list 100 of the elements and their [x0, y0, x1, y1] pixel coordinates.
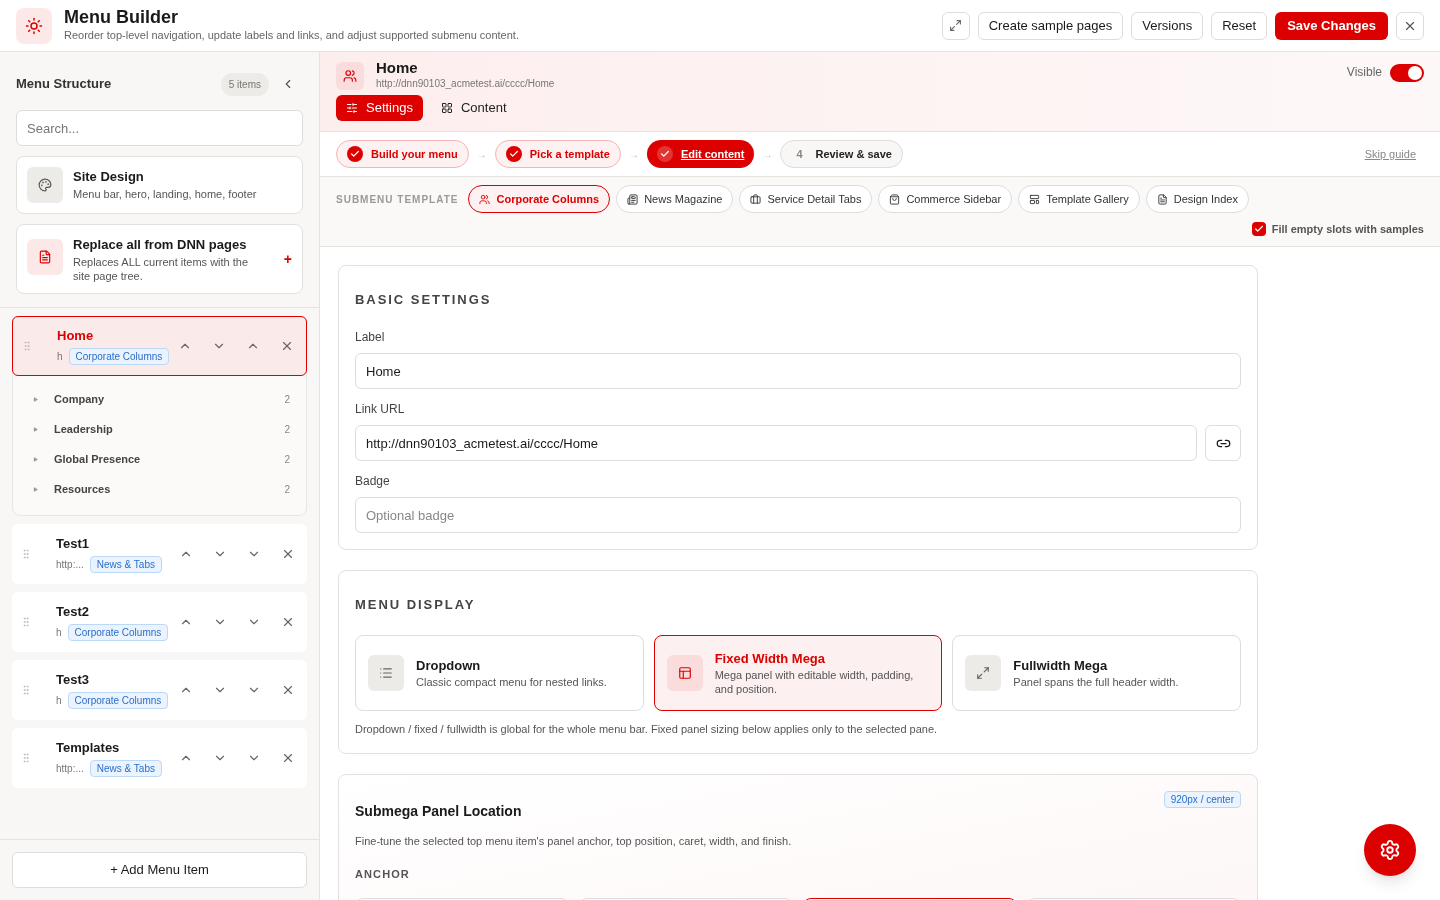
card-text: Replaces ALL current items with the site page tree.	[73, 254, 250, 283]
document-icon	[27, 239, 63, 275]
action-card[interactable]: Replace all from DNN pages Replaces ALL current items with the site page tree. +	[16, 224, 303, 294]
menu-item[interactable]: Templates http:... News & Tabs	[12, 727, 307, 788]
text-field[interactable]: Home	[355, 353, 1241, 389]
menu-item[interactable]: Test3 h Corporate Columns	[12, 659, 307, 720]
card-title: Site Design	[73, 168, 145, 186]
step-button[interactable]: 4 Review & save	[780, 140, 903, 168]
header-button[interactable]: Create sample pages	[977, 11, 1124, 40]
text-field[interactable]: Optional badge	[355, 497, 1241, 533]
palette-icon	[27, 167, 63, 203]
menu-item[interactable]: Home h Corporate Columns	[12, 315, 307, 376]
header-button[interactable]: Versions	[1131, 11, 1204, 40]
add-action[interactable]: +	[283, 248, 292, 269]
settings-fab[interactable]	[1364, 824, 1416, 876]
caret-icon	[33, 397, 38, 402]
check-icon	[347, 146, 363, 162]
field-label: Badge	[355, 473, 391, 489]
skip-guide-link[interactable]: Skip guide	[1364, 145, 1416, 163]
card-text: Menu bar, hero, landing, home, footer	[73, 186, 258, 201]
caret-icon	[33, 427, 38, 432]
sliders-icon	[346, 102, 358, 114]
tab[interactable]: Content	[431, 95, 517, 121]
expand-button[interactable]	[941, 11, 970, 40]
submenu-item[interactable]: Resources 2	[13, 474, 306, 505]
check-icon	[505, 146, 522, 162]
caret-icon	[33, 487, 38, 492]
template-tag: News & Tabs	[89, 759, 162, 777]
submenu-item[interactable]: Leadership 2	[13, 414, 306, 445]
template-tag: Corporate Columns	[67, 691, 169, 709]
menu-item[interactable]: Test1 http:... News & Tabs	[12, 523, 307, 584]
submenu-label: Global Presence	[54, 452, 141, 468]
visible-toggle[interactable]	[1390, 64, 1424, 82]
header-button[interactable]: Save Changes	[1275, 11, 1388, 40]
item-url: h	[56, 693, 62, 708]
item-label: Test3	[56, 671, 90, 690]
field-label: Label	[355, 329, 386, 345]
list-icon	[368, 654, 404, 691]
caret-icon	[33, 457, 38, 462]
option-text: Mega panel with editable width, padding, and position.	[714, 668, 915, 697]
display-option[interactable]: Dropdown Classic compact menu for nested links.	[355, 634, 644, 711]
size-badge: 920px / center	[1163, 791, 1241, 808]
app-logo-icon	[16, 7, 52, 44]
template-chip[interactable]: News Magazine	[616, 185, 734, 213]
visible-label: Visible	[1346, 64, 1382, 80]
section-title: Submega Panel Location	[355, 802, 522, 821]
template-chip[interactable]: Commerce Sidebar	[878, 185, 1013, 213]
item-url: http://dnn90103_acmetest.ai/cccc/Home	[376, 77, 555, 91]
anchor-label: ANCHOR	[355, 866, 411, 882]
link-button[interactable]	[1205, 425, 1241, 461]
item-url: http:...	[56, 761, 84, 776]
section-label: SUBMENU TEMPLATE	[336, 192, 459, 207]
submenu-label: Leadership	[54, 422, 113, 438]
display-option[interactable]: Fixed Width Mega Mega panel with editable width, padding, and position.	[653, 634, 943, 711]
template-tag: Corporate Columns	[68, 347, 170, 365]
checkbox[interactable]	[1251, 222, 1266, 237]
tab[interactable]: Settings	[336, 95, 423, 121]
item-label: Test1	[56, 535, 90, 554]
people-icon	[479, 193, 491, 205]
item-url: http:...	[56, 557, 84, 572]
check-icon	[1253, 224, 1264, 235]
submenu-item[interactable]: Company 2	[13, 384, 306, 415]
settings-icon	[1379, 839, 1401, 861]
template-chip[interactable]: Corporate Columns	[468, 185, 611, 213]
action-card[interactable]: Site Design Menu bar, hero, landing, home, footer	[16, 156, 303, 214]
section-title: MENU DISPLAY	[355, 596, 477, 614]
menu-item[interactable]: Test2 h Corporate Columns	[12, 591, 307, 652]
expand-icon	[949, 19, 963, 32]
option-text: Panel spans the full header width.	[1013, 675, 1179, 690]
section-title: BASIC SETTINGS	[355, 290, 493, 309]
add-menu-item-button[interactable]: + Add Menu Item	[12, 852, 307, 888]
step-arrow: →	[628, 147, 639, 162]
submenu-label: Company	[54, 392, 105, 408]
checkbox-label: Fill empty slots with samples	[1271, 222, 1424, 237]
document-icon	[1156, 193, 1168, 205]
display-note: Dropdown / fixed / fullwidth is global for the whole menu bar. Fixed panel sizing below applies only to the selected pane.	[355, 721, 939, 737]
text-field[interactable]: http://dnn90103_acmetest.ai/cccc/Home	[355, 425, 1197, 461]
sidebar-title: Menu Structure	[16, 75, 112, 94]
step-button[interactable]: Edit content	[646, 140, 755, 168]
header-button[interactable]: Reset	[1211, 11, 1268, 40]
item-label: Test2	[56, 603, 90, 622]
item-title: Home	[376, 60, 419, 76]
briefcase-icon	[750, 193, 762, 205]
submenu-item[interactable]: Global Presence 2	[13, 444, 306, 475]
step-arrow: →	[476, 147, 487, 162]
item-url: h	[57, 349, 63, 364]
template-chip[interactable]: Template Gallery	[1018, 185, 1140, 213]
step-button[interactable]: Build your menu	[336, 140, 469, 168]
submenu-count: 2	[284, 393, 290, 407]
item-label: Templates	[56, 739, 121, 758]
display-option[interactable]: Fullwidth Mega Panel spans the full header width.	[952, 634, 1241, 711]
step-button[interactable]: Pick a template	[494, 140, 621, 168]
template-chip[interactable]: Design Index	[1145, 185, 1249, 213]
template-chip[interactable]: Service Detail Tabs	[739, 185, 873, 213]
panel-icon	[666, 654, 703, 691]
field-label: Link URL	[355, 401, 406, 417]
option-title: Dropdown	[416, 656, 482, 675]
search-field[interactable]: Search...	[16, 110, 303, 146]
template-tag: News & Tabs	[89, 555, 162, 573]
card-title: Replace all from DNN pages	[73, 236, 248, 254]
